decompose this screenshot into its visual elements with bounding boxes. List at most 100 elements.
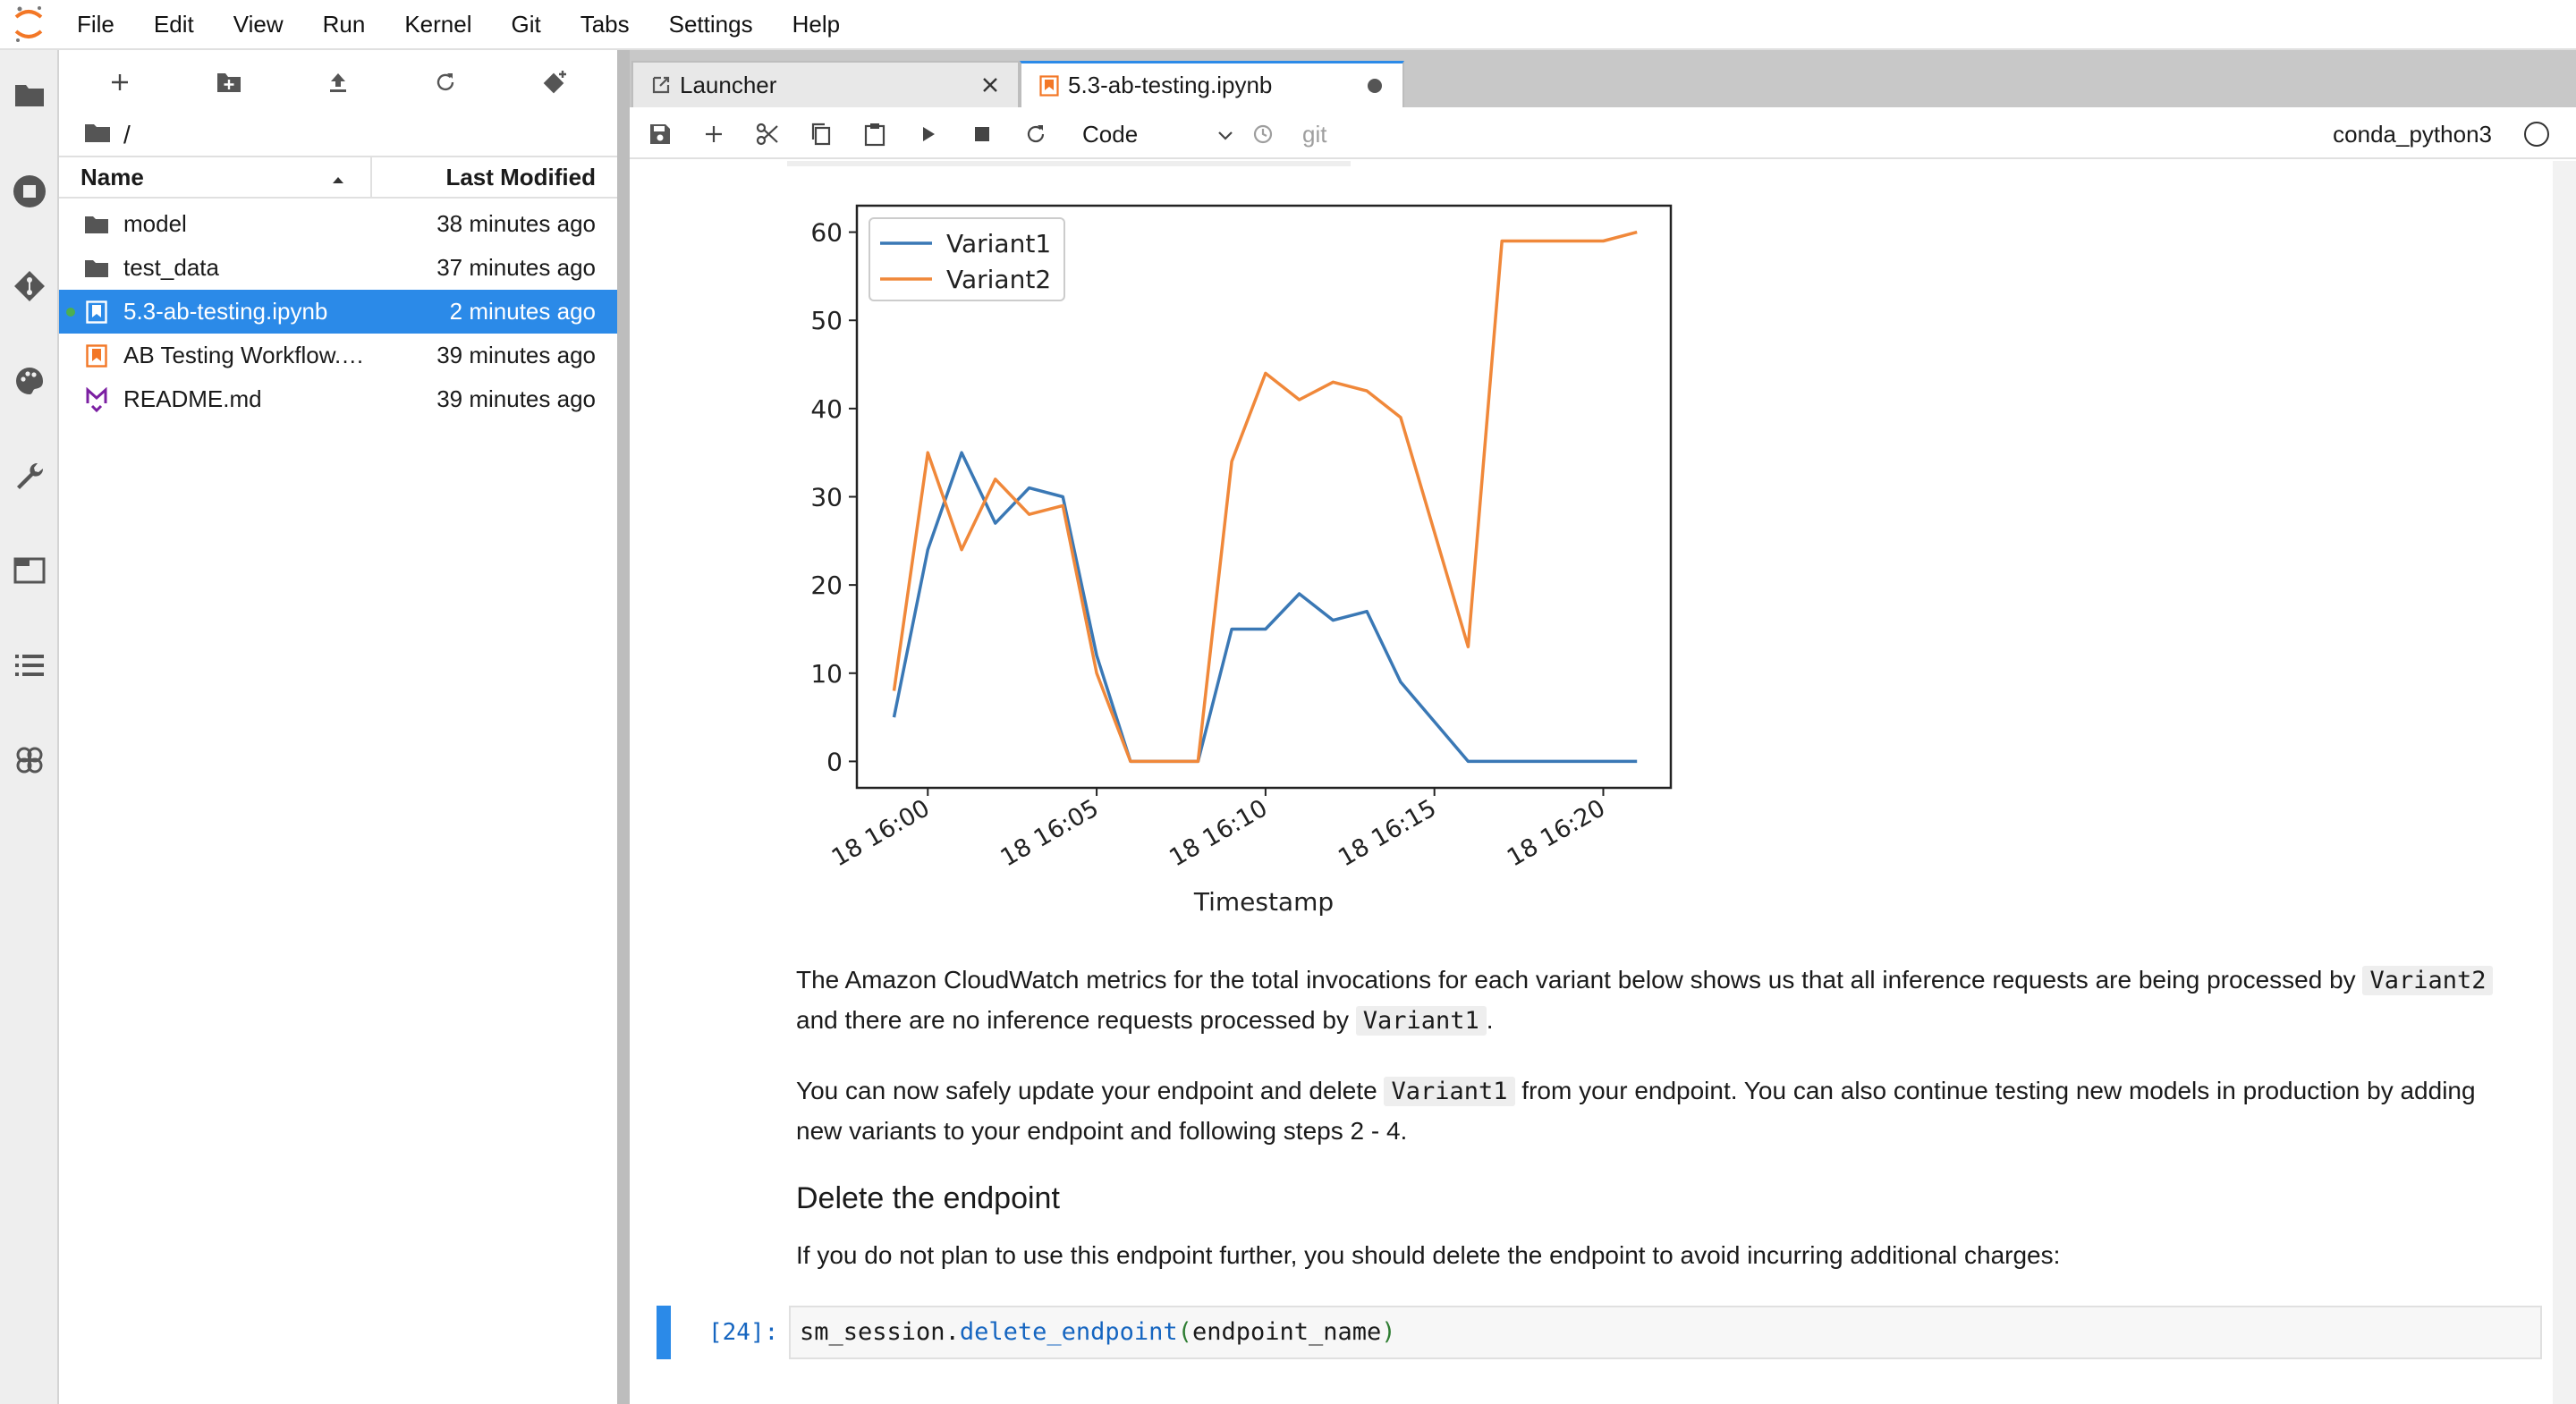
launch-icon xyxy=(649,73,673,97)
menu-edit[interactable]: Edit xyxy=(134,0,214,49)
notebook-icon xyxy=(1038,74,1061,97)
y-tick-label: 30 xyxy=(810,483,843,512)
breadcrumb: / xyxy=(84,113,131,157)
y-tick-label: 20 xyxy=(810,571,843,600)
file-row-model[interactable]: model 38 minutes ago xyxy=(59,202,617,246)
restart-kernel-button[interactable] xyxy=(1018,116,1054,152)
code-token: ( xyxy=(1177,1318,1192,1346)
folder-icon xyxy=(84,256,109,281)
file-row-readme[interactable]: README.md 39 minutes ago xyxy=(59,377,617,421)
invocations-line-chart: 0 10 20 30 40 50 60 18 16:00 18 16:05 18 16:10 18 … xyxy=(810,204,1673,917)
file-browser-toolbar xyxy=(59,50,617,113)
close-icon[interactable] xyxy=(979,73,1002,97)
notebook-scrollbar[interactable] xyxy=(2553,161,2576,1404)
code-token: ) xyxy=(1381,1318,1396,1346)
y-tick-label: 40 xyxy=(810,394,843,424)
menu-run[interactable]: Run xyxy=(303,0,386,49)
paragraph-text: You can now safely update your endpoint … xyxy=(796,1077,1377,1104)
folder-icon xyxy=(84,212,109,237)
new-launcher-button[interactable] xyxy=(100,63,140,102)
code-token: delete_endpoint xyxy=(959,1318,1178,1346)
y-tick-label: 60 xyxy=(810,218,843,248)
git-diff-button[interactable]: git xyxy=(1302,116,1326,152)
y-tick-label: 0 xyxy=(826,747,843,776)
folder-icon[interactable] xyxy=(0,59,59,131)
file-name: AB Testing Workflow.… xyxy=(123,342,365,368)
menu-settings[interactable]: Settings xyxy=(649,0,773,49)
paragraph-text: and there are no inference requests proc… xyxy=(796,1006,1349,1034)
refresh-button[interactable] xyxy=(426,63,465,102)
menu-tabs[interactable]: Tabs xyxy=(561,0,649,49)
tab-launcher[interactable]: Launcher xyxy=(631,61,1020,107)
code-cell[interactable]: [24]: sm_session.delete_endpoint(endpoin… xyxy=(657,1306,2553,1361)
menu-help[interactable]: Help xyxy=(773,0,860,49)
menu-view[interactable]: View xyxy=(214,0,303,49)
kernel-name[interactable]: conda_python3 xyxy=(2333,116,2492,152)
last-modified-column-header[interactable]: Last Modified xyxy=(372,164,617,191)
file-name: 5.3-ab-testing.ipynb xyxy=(123,298,328,325)
menu-file[interactable]: File xyxy=(57,0,134,49)
menu-bar: File Edit View Run Kernel Git Tabs Setti… xyxy=(0,0,2576,50)
file-row-ab-testing-workflow[interactable]: AB Testing Workflow.… 39 minutes ago xyxy=(59,334,617,377)
unsaved-dot-icon[interactable] xyxy=(1363,74,1386,97)
toc-icon[interactable] xyxy=(0,630,59,701)
extension-icon[interactable] xyxy=(0,724,59,796)
new-folder-button[interactable] xyxy=(209,63,249,102)
chevron-down-icon xyxy=(1216,121,1234,148)
menu-kernel[interactable]: Kernel xyxy=(385,0,491,49)
git-clone-button[interactable] xyxy=(535,63,574,102)
file-row-test-data[interactable]: test_data 37 minutes ago xyxy=(59,246,617,290)
sort-ascending-icon xyxy=(331,164,345,191)
file-modified: 2 minutes ago xyxy=(449,298,596,325)
notebook-icon xyxy=(84,343,109,368)
paragraph-text: The Amazon CloudWatch metrics for the to… xyxy=(796,966,2356,994)
file-browser: / Name Last Modified model 38 minutes ag… xyxy=(59,50,617,1404)
x-axis-label: Timestamp xyxy=(1193,887,1334,917)
code-editor[interactable]: sm_session.delete_endpoint(endpoint_name… xyxy=(789,1306,2542,1359)
insert-cell-button[interactable] xyxy=(696,116,732,152)
panel-splitter[interactable] xyxy=(617,50,630,1404)
markdown-paragraph-2: You can now safely update your endpoint … xyxy=(796,1071,2496,1151)
active-cell-indicator xyxy=(657,1306,671,1359)
file-name: README.md xyxy=(123,385,262,412)
clock-icon[interactable] xyxy=(1245,116,1281,152)
inline-code: Variant1 xyxy=(1384,1077,1515,1106)
paste-button[interactable] xyxy=(857,116,893,152)
file-name: test_data xyxy=(123,254,219,281)
git-icon[interactable] xyxy=(0,250,59,322)
tabs-icon[interactable] xyxy=(0,535,59,606)
folder-icon[interactable] xyxy=(84,121,111,149)
markdown-paragraph-1: The Amazon CloudWatch metrics for the to… xyxy=(796,960,2496,1041)
file-row-ab-testing-notebook[interactable]: 5.3-ab-testing.ipynb 2 minutes ago xyxy=(59,290,617,334)
markdown-paragraph-3: If you do not plan to use this endpoint … xyxy=(796,1241,2061,1269)
upload-button[interactable] xyxy=(318,63,358,102)
tab-bar: Launcher 5.3-ab-testing.ipynb xyxy=(630,50,2576,107)
breadcrumb-root[interactable]: / xyxy=(123,121,131,149)
file-modified: 37 minutes ago xyxy=(436,254,596,281)
tab-label: 5.3-ab-testing.ipynb xyxy=(1068,72,1273,98)
code-token: endpoint_name xyxy=(1191,1318,1382,1346)
notebook-toolbar: Code git conda_python3 xyxy=(630,107,2576,159)
menu-git[interactable]: Git xyxy=(491,0,560,49)
markdown-icon xyxy=(84,386,109,412)
file-modified: 39 minutes ago xyxy=(436,385,596,412)
cell-type-dropdown[interactable]: Code xyxy=(1082,116,1234,152)
interrupt-button[interactable] xyxy=(964,116,1000,152)
palette-icon[interactable] xyxy=(0,345,59,417)
legend-label: Variant2 xyxy=(946,265,1051,294)
save-button[interactable] xyxy=(642,116,678,152)
activity-bar xyxy=(0,50,59,1404)
wrench-icon[interactable] xyxy=(0,440,59,512)
inline-code: Variant2 xyxy=(2362,966,2494,995)
kernel-status-idle-icon xyxy=(2524,122,2549,147)
y-tick-label: 10 xyxy=(810,659,843,689)
x-tick-label: 18 16:15 xyxy=(1334,794,1441,872)
tab-notebook[interactable]: 5.3-ab-testing.ipynb xyxy=(1020,61,1404,107)
legend-label: Variant1 xyxy=(946,229,1051,258)
cut-button[interactable] xyxy=(750,116,785,152)
copy-button[interactable] xyxy=(803,116,839,152)
jupyter-logo-icon xyxy=(0,0,57,49)
running-icon[interactable] xyxy=(0,156,59,227)
name-column-header[interactable]: Name xyxy=(59,157,372,197)
run-button[interactable] xyxy=(911,116,946,152)
